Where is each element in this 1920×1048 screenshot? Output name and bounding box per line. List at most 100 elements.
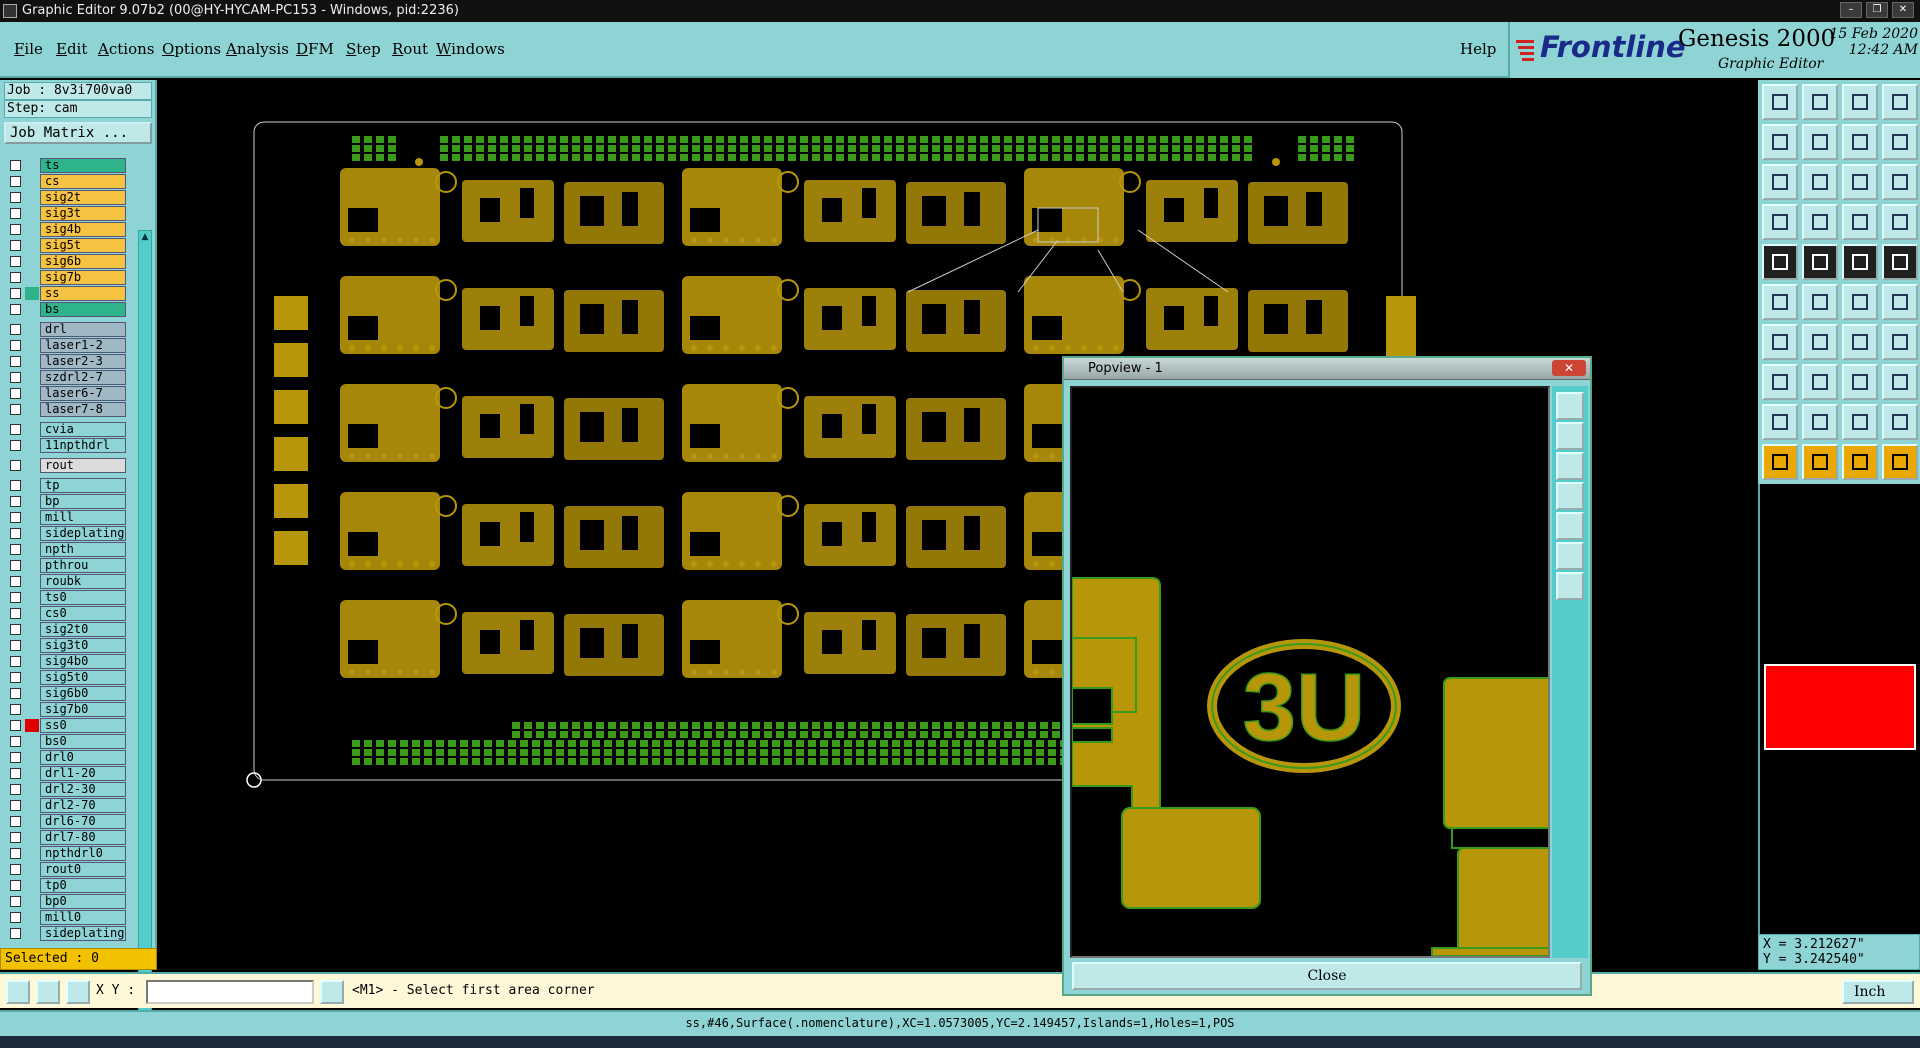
dot-tool-icon[interactable]	[1882, 284, 1918, 320]
units-selector[interactable]: Inch	[1842, 980, 1914, 1004]
zoom-next-icon[interactable]	[1802, 124, 1838, 160]
layer-checkbox[interactable]	[10, 388, 21, 399]
scroll-up-icon[interactable]: ▲	[140, 231, 150, 243]
layer-color-swatch[interactable]	[25, 271, 39, 284]
layer-name[interactable]: sig7b0	[40, 702, 126, 717]
pads-icon[interactable]	[1842, 204, 1878, 240]
layer-row[interactable]: sideplating0	[4, 926, 126, 941]
layer-row[interactable]: tp0	[4, 878, 126, 893]
layer-row[interactable]: ts0	[4, 590, 126, 605]
layer-name[interactable]: cs	[40, 174, 126, 189]
layer-checkbox[interactable]	[10, 880, 21, 891]
popview-window[interactable]: Popview - 1 ✕ 3U Close	[1062, 356, 1592, 996]
layer-color-swatch[interactable]	[25, 559, 39, 572]
popview-tool-5-icon[interactable]	[1556, 512, 1584, 540]
popview-tool-1-icon[interactable]	[1556, 392, 1584, 420]
maximize-button[interactable]: ❐	[1866, 2, 1888, 18]
layer-row[interactable]: laser2-3	[4, 354, 126, 369]
layer-color-swatch[interactable]	[25, 387, 39, 400]
measure-icon[interactable]	[1762, 204, 1798, 240]
layer-checkbox[interactable]	[10, 160, 21, 171]
layer-color-swatch[interactable]	[25, 355, 39, 368]
menu-step[interactable]: Step	[346, 40, 381, 58]
layer-checkbox[interactable]	[10, 460, 21, 471]
layer-checkbox[interactable]	[10, 688, 21, 699]
layer-row[interactable]: sig2t	[4, 190, 126, 205]
layer-row[interactable]: laser6-7	[4, 386, 126, 401]
layer-checkbox[interactable]	[10, 576, 21, 587]
layer-checkbox[interactable]	[10, 424, 21, 435]
layer-checkbox[interactable]	[10, 720, 21, 731]
layer-name[interactable]: rout	[40, 458, 126, 473]
layer-name[interactable]: drl2-70	[40, 798, 126, 813]
layer-checkbox[interactable]	[10, 356, 21, 367]
panel-icon[interactable]	[1882, 84, 1918, 120]
layer-row[interactable]: rout0	[4, 862, 126, 877]
layer-checkbox[interactable]	[10, 800, 21, 811]
layer-color-swatch[interactable]	[25, 655, 39, 668]
layer-row[interactable]: drl6-70	[4, 814, 126, 829]
layer-row[interactable]: sig6b	[4, 254, 126, 269]
layer-checkbox[interactable]	[10, 340, 21, 351]
layer-color-swatch[interactable]	[25, 719, 39, 732]
menu-edit[interactable]: Edit	[56, 40, 87, 58]
overview-map[interactable]	[1758, 484, 1920, 934]
layer-name[interactable]: pthrou	[40, 558, 126, 573]
layer-name[interactable]: sideplating	[40, 526, 126, 541]
layer-color-swatch[interactable]	[25, 323, 39, 336]
layer-row[interactable]: npthdrl0	[4, 846, 126, 861]
layer-row[interactable]: 11npthdrl	[4, 438, 126, 453]
measure-icon[interactable]	[36, 980, 60, 1004]
snap-icon[interactable]	[6, 980, 30, 1004]
layer-name[interactable]: sig3t0	[40, 638, 126, 653]
layer-row[interactable]: laser7-8	[4, 402, 126, 417]
layer-color-swatch[interactable]	[25, 511, 39, 524]
layer-color-swatch[interactable]	[25, 815, 39, 828]
layer-color-swatch[interactable]	[25, 847, 39, 860]
zoom-prev-icon[interactable]	[1762, 124, 1798, 160]
layer-row[interactable]: cs	[4, 174, 126, 189]
layer-checkbox[interactable]	[10, 240, 21, 251]
layer-name[interactable]: drl2-30	[40, 782, 126, 797]
layer-name[interactable]: sig3t	[40, 206, 126, 221]
layer-color-swatch[interactable]	[25, 303, 39, 316]
layer-name[interactable]: rout0	[40, 862, 126, 877]
layer-name[interactable]: drl7-80	[40, 830, 126, 845]
layer-checkbox[interactable]	[10, 544, 21, 555]
layer-name[interactable]: mill0	[40, 910, 126, 925]
layer-row[interactable]: sig4b0	[4, 654, 126, 669]
select-zoom-icon[interactable]	[1882, 444, 1918, 480]
layer-color-swatch[interactable]	[25, 863, 39, 876]
minus-tool-icon[interactable]	[1802, 364, 1838, 400]
layer-checkbox[interactable]	[10, 528, 21, 539]
layer-checkbox[interactable]	[10, 592, 21, 603]
layer-checkbox[interactable]	[10, 640, 21, 651]
grid-icon[interactable]	[66, 980, 90, 1004]
popview-close-button[interactable]: Close	[1072, 962, 1582, 990]
layer-row[interactable]: mill0	[4, 910, 126, 925]
menu-actions[interactable]: Actions	[98, 40, 154, 58]
layer-checkbox[interactable]	[10, 928, 21, 939]
layer-name[interactable]: bs	[40, 302, 126, 317]
layer-checkbox[interactable]	[10, 496, 21, 507]
layer-color-swatch[interactable]	[25, 287, 39, 300]
layer-color-swatch[interactable]	[25, 639, 39, 652]
layer-checkbox[interactable]	[10, 272, 21, 283]
layer-checkbox[interactable]	[10, 768, 21, 779]
layer-color-swatch[interactable]	[25, 371, 39, 384]
layer-checkbox[interactable]	[10, 656, 21, 667]
layer-row[interactable]: sig3t0	[4, 638, 126, 653]
layer-scrollbar[interactable]: ▲ ▼	[138, 230, 152, 1026]
layer-color-swatch[interactable]	[25, 767, 39, 780]
layer-name[interactable]: sig6b	[40, 254, 126, 269]
layer-color-swatch[interactable]	[25, 527, 39, 540]
layer-checkbox[interactable]	[10, 832, 21, 843]
layer-name[interactable]: laser2-3	[40, 354, 126, 369]
layer-color-swatch[interactable]	[25, 575, 39, 588]
layer-row[interactable]: sig7b0	[4, 702, 126, 717]
layer-color-swatch[interactable]	[25, 495, 39, 508]
layer-checkbox[interactable]	[10, 404, 21, 415]
select-box-icon[interactable]	[1802, 444, 1838, 480]
layer-color-swatch[interactable]	[25, 207, 39, 220]
layer-name[interactable]: roubk	[40, 574, 126, 589]
